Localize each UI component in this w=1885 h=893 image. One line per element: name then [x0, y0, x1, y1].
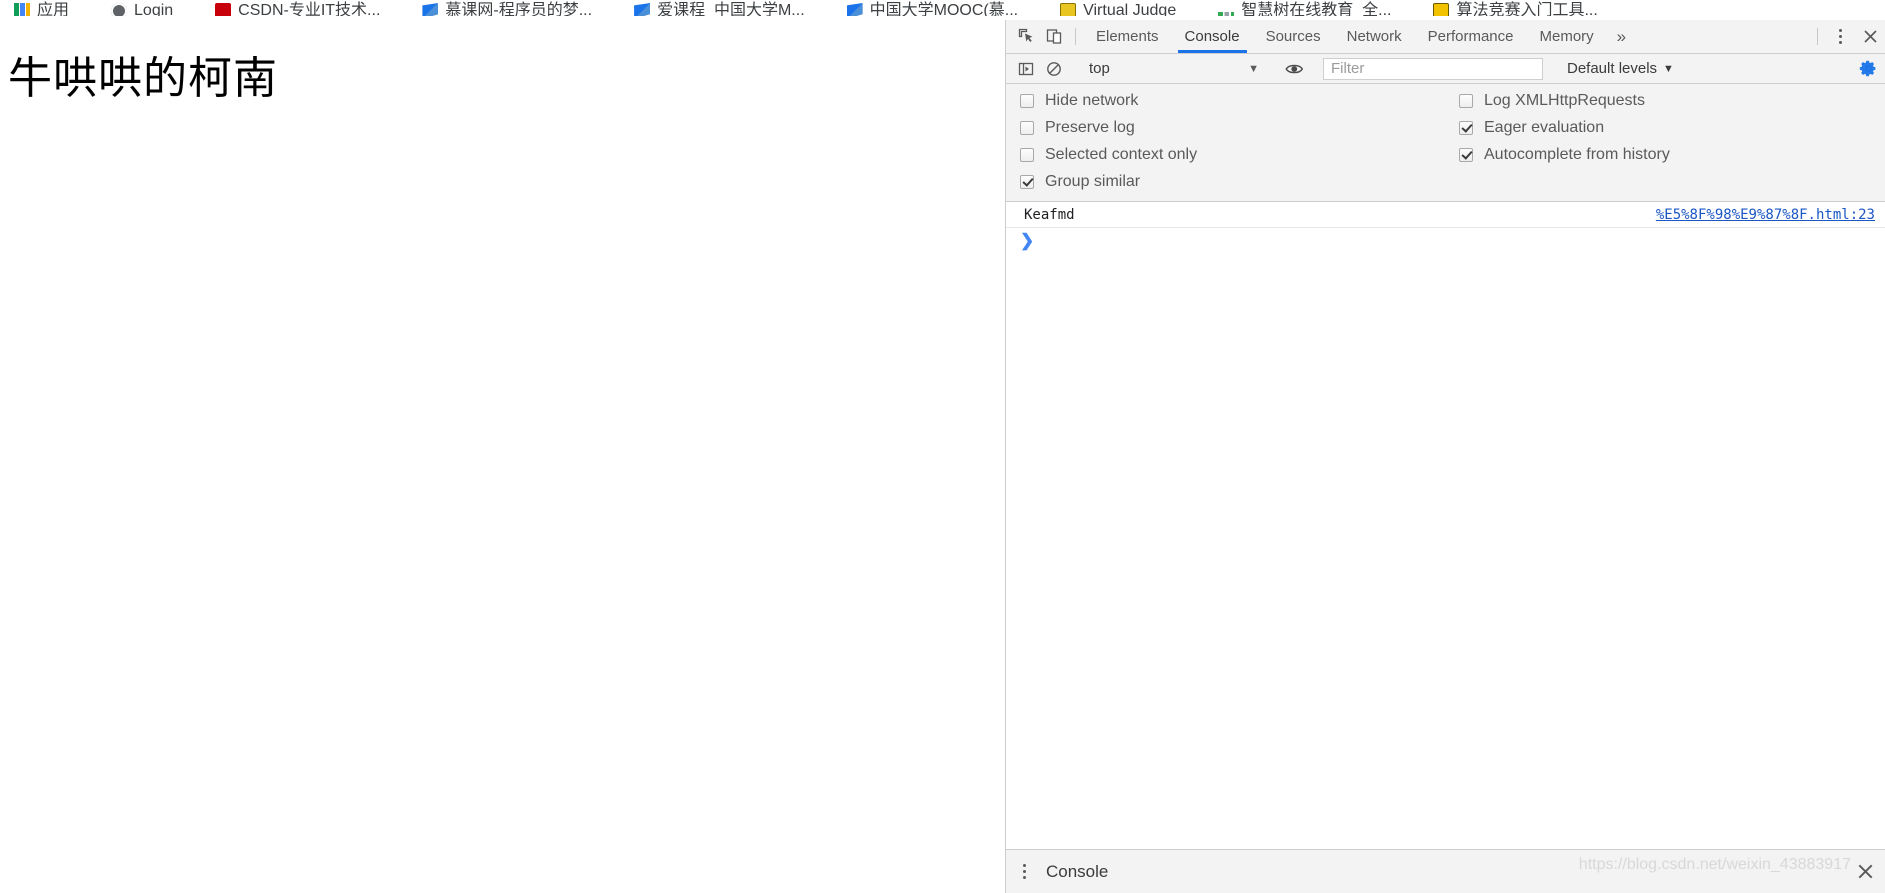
apps-grid-icon	[14, 3, 30, 16]
watermark-text: https://blog.csdn.net/weixin_43883917	[1578, 856, 1851, 873]
flag-icon	[422, 3, 439, 16]
setting-eager-evaluation[interactable]: Eager evaluation	[1459, 119, 1670, 137]
bookmark-label: CSDN-专业IT技术...	[238, 2, 381, 17]
tabbar-right-divider	[1817, 28, 1818, 45]
inspect-element-icon[interactable]	[1012, 20, 1040, 53]
toggle-device-toolbar-icon[interactable]	[1040, 20, 1068, 53]
tab-memory[interactable]: Memory	[1527, 20, 1607, 53]
checkbox[interactable]	[1020, 148, 1034, 162]
bookmark-imooc[interactable]: 慕课网-程序员的梦...	[422, 3, 592, 16]
bookmark-label: 爱课程_中国大学M...	[657, 2, 805, 17]
devtools-drawer: Console https://blog.csdn.net/weixin_438…	[1006, 849, 1885, 893]
page-title: 牛哄哄的柯南	[8, 54, 278, 103]
setting-preserve-log[interactable]: Preserve log	[1020, 119, 1451, 137]
bookmark-login[interactable]: Login	[111, 3, 173, 16]
execution-context-selector[interactable]: top ▼	[1083, 58, 1265, 80]
tabbar-spacer	[1636, 20, 1810, 53]
console-prompt-row[interactable]: ❯	[1006, 228, 1885, 254]
checkbox[interactable]	[1459, 148, 1473, 162]
bookmark-icourse[interactable]: 爱课程_中国大学M...	[634, 3, 805, 16]
more-tabs-icon[interactable]: »	[1607, 20, 1636, 53]
log-levels-selector[interactable]: Default levels ▼	[1557, 60, 1684, 77]
tab-network[interactable]: Network	[1334, 20, 1415, 53]
tab-console[interactable]: Console	[1172, 20, 1253, 53]
bookmark-label: 慕课网-程序员的梦...	[445, 2, 593, 17]
bookmark-virtual-judge[interactable]: Virtual Judge	[1060, 3, 1176, 16]
log-levels-value: Default levels	[1567, 60, 1658, 77]
bookmark-csdn[interactable]: CSDN-专业IT技术...	[215, 3, 380, 16]
console-toolbar: top ▼ Filter Default levels ▼	[1006, 54, 1885, 84]
setting-hide-network[interactable]: Hide network	[1020, 92, 1451, 110]
filter-input[interactable]: Filter	[1323, 57, 1543, 80]
drawer-tab-console[interactable]: Console	[1042, 862, 1108, 882]
console-settings-left-column: Hide network Preserve log Selected conte…	[1006, 92, 1451, 191]
close-devtools-icon[interactable]	[1855, 20, 1885, 53]
setting-selected-context-only[interactable]: Selected context only	[1020, 146, 1451, 164]
setting-group-similar[interactable]: Group similar	[1020, 173, 1451, 191]
bookmark-zhihuishu[interactable]: 智慧树在线教育_全...	[1218, 3, 1391, 16]
bookmark-algo-tool[interactable]: 算法竞赛入门工具...	[1433, 2, 1598, 17]
console-prompt-arrow-icon: ❯	[1020, 231, 1035, 250]
bookmark-label: 应用	[37, 2, 70, 17]
drawer-more-options-icon[interactable]	[1006, 864, 1042, 879]
console-message-row[interactable]: Keafmd %E5%8F%98%E9%87%8F.html:23	[1006, 202, 1885, 228]
checkbox[interactable]	[1459, 121, 1473, 135]
checkbox[interactable]	[1020, 121, 1034, 135]
bookmark-mooc[interactable]: 中国大学MOOC(慕...	[846, 2, 1019, 17]
tool-icon	[1433, 3, 1450, 16]
bookmarks-bar: 应用 Login CSDN-专业IT技术... 慕课网-程序员的梦... 爱课程…	[0, 0, 1885, 16]
tab-performance[interactable]: Performance	[1415, 20, 1527, 53]
setting-log-xmlhttprequests[interactable]: Log XMLHttpRequests	[1459, 92, 1670, 110]
close-drawer-icon[interactable]	[1845, 863, 1885, 880]
dots-icon	[1218, 11, 1235, 16]
more-options-icon[interactable]	[1825, 20, 1855, 53]
tab-elements[interactable]: Elements	[1083, 20, 1172, 53]
console-message-text: Keafmd	[1024, 206, 1075, 223]
bookmark-label: 智慧树在线教育_全...	[1241, 2, 1392, 17]
console-log-area[interactable]: Keafmd %E5%8F%98%E9%87%8F.html:23 ❯	[1006, 202, 1885, 849]
bookmark-apps[interactable]: 应用	[14, 3, 69, 16]
execution-context-value: top	[1089, 60, 1110, 77]
setting-label: Group similar	[1045, 173, 1141, 190]
chevron-down-icon: ▼	[1663, 62, 1674, 75]
devtools-tabbar: Elements Console Sources Network Perform…	[1006, 20, 1885, 54]
setting-label: Selected context only	[1045, 146, 1198, 163]
flag-icon	[846, 3, 863, 16]
filter-placeholder-text: Filter	[1331, 60, 1365, 77]
setting-label: Preserve log	[1045, 119, 1135, 136]
setting-label: Log XMLHttpRequests	[1484, 92, 1645, 109]
bookmark-label: Login	[134, 2, 174, 17]
flag-icon	[634, 3, 651, 16]
setting-autocomplete-from-history[interactable]: Autocomplete from history	[1459, 146, 1670, 164]
clear-console-icon[interactable]	[1040, 61, 1068, 77]
virtual-judge-icon	[1060, 3, 1077, 16]
console-settings-gear-icon[interactable]	[1851, 59, 1885, 78]
toolbar-divider	[1075, 28, 1076, 45]
console-settings-right-column: Log XMLHttpRequests Eager evaluation Aut…	[1451, 92, 1670, 191]
checkbox[interactable]	[1020, 94, 1034, 108]
live-expression-icon[interactable]	[1280, 61, 1308, 77]
console-sidebar-icon[interactable]	[1012, 61, 1040, 77]
csdn-icon	[215, 3, 232, 16]
devtools-panel: Elements Console Sources Network Perform…	[1005, 20, 1885, 893]
bookmark-label: 算法竞赛入门工具...	[1456, 2, 1598, 17]
setting-label: Eager evaluation	[1484, 119, 1605, 136]
checkbox[interactable]	[1459, 94, 1473, 108]
tab-sources[interactable]: Sources	[1253, 20, 1334, 53]
console-message-source-link[interactable]: %E5%8F%98%E9%87%8F.html:23	[1656, 207, 1875, 223]
bookmark-label: 中国大学MOOC(慕...	[869, 2, 1019, 17]
setting-label: Hide network	[1045, 92, 1139, 109]
chevron-down-icon: ▼	[1248, 62, 1259, 75]
bookmark-label: Virtual Judge	[1083, 2, 1177, 17]
console-settings-pane: Hide network Preserve log Selected conte…	[1006, 84, 1885, 202]
login-icon	[111, 3, 128, 16]
checkbox[interactable]	[1020, 175, 1034, 189]
setting-label: Autocomplete from history	[1484, 146, 1670, 163]
